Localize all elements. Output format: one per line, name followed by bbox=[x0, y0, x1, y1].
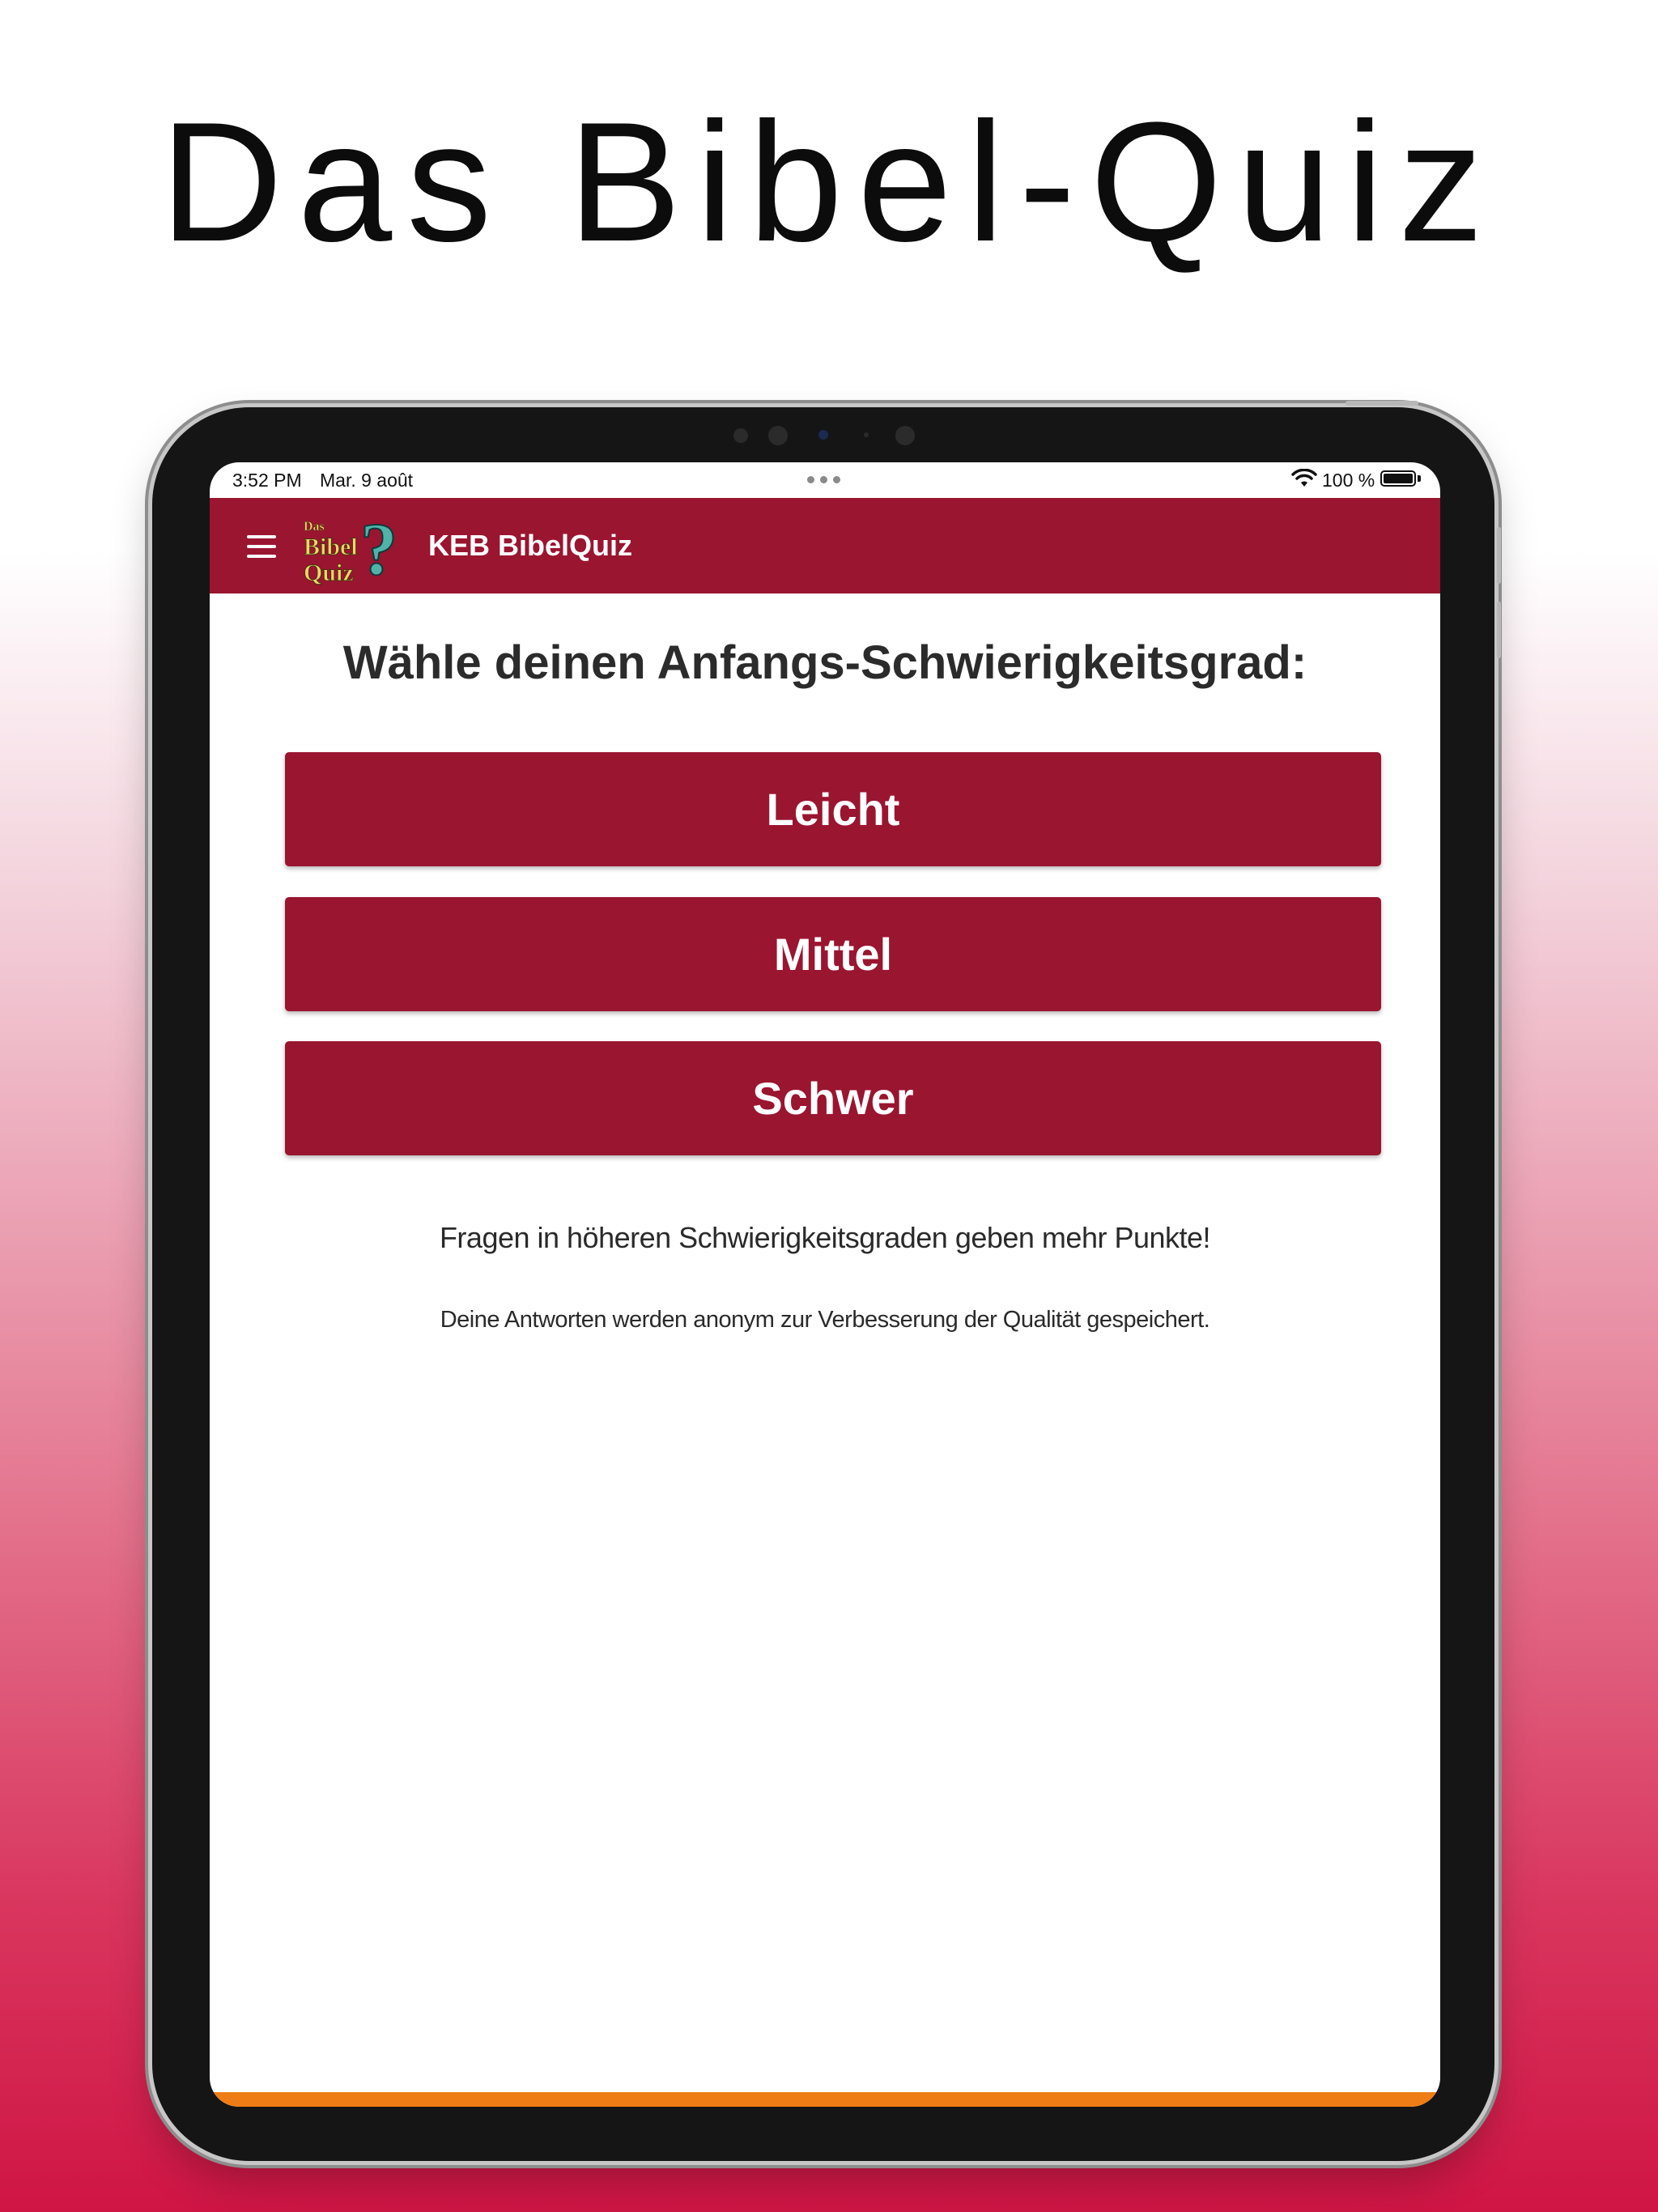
privacy-note: Deine Antworten werden anonym zur Verbes… bbox=[440, 1307, 1210, 1333]
difficulty-hard-button[interactable]: Schwer bbox=[285, 1041, 1381, 1155]
status-date: Mar. 9 août bbox=[320, 470, 414, 491]
tablet-top-button bbox=[1346, 401, 1418, 406]
tablet-frame: 3:52 PM Mar. 9 août 100 % Das Bibel Quiz bbox=[152, 401, 1501, 2161]
tablet-volume-down-button bbox=[1497, 602, 1501, 658]
status-time: 3:52 PM bbox=[232, 470, 302, 491]
difficulty-easy-button[interactable]: Leicht bbox=[285, 752, 1381, 866]
battery-tip bbox=[1418, 475, 1421, 482]
logo-line2: Bibel bbox=[304, 534, 358, 560]
camera-sensor bbox=[733, 428, 748, 443]
logo-line3: Quiz bbox=[304, 559, 354, 586]
front-camera-array bbox=[152, 422, 1494, 449]
camera-lens bbox=[768, 426, 788, 445]
camera-sensor bbox=[895, 426, 915, 445]
promo-title: Das Bibel-Quiz bbox=[159, 87, 1499, 277]
bottom-accent-bar bbox=[210, 2092, 1440, 2107]
logo-question-mark: ? bbox=[360, 508, 397, 590]
app-screen: 3:52 PM Mar. 9 août 100 % Das Bibel Quiz bbox=[210, 462, 1440, 2107]
multitasking-dots-icon[interactable] bbox=[807, 476, 843, 484]
camera-sensor bbox=[864, 432, 869, 437]
logo-line1: Das bbox=[304, 520, 325, 534]
difficulty-heading: Wähle deinen Anfangs-Schwierigkeitsgrad: bbox=[342, 636, 1307, 689]
camera-indicator bbox=[818, 430, 828, 440]
difficulty-medium-button[interactable]: Mittel bbox=[285, 897, 1381, 1011]
bibel-quiz-logo: Das Bibel Quiz ? bbox=[304, 507, 399, 590]
tablet-volume-up-button bbox=[1497, 527, 1501, 584]
status-bar: 3:52 PM Mar. 9 août 100 % bbox=[210, 462, 1440, 498]
wifi-icon bbox=[1291, 469, 1317, 487]
battery-percentage: 100 % bbox=[1322, 470, 1375, 491]
points-note: Fragen in höheren Schwierigkeitsgraden g… bbox=[439, 1221, 1211, 1254]
battery-icon bbox=[1380, 470, 1416, 487]
app-title: KEB BibelQuiz bbox=[428, 529, 633, 562]
hamburger-menu-icon[interactable] bbox=[247, 535, 278, 558]
app-bar: Das Bibel Quiz ? KEB BibelQuiz bbox=[210, 498, 1440, 593]
